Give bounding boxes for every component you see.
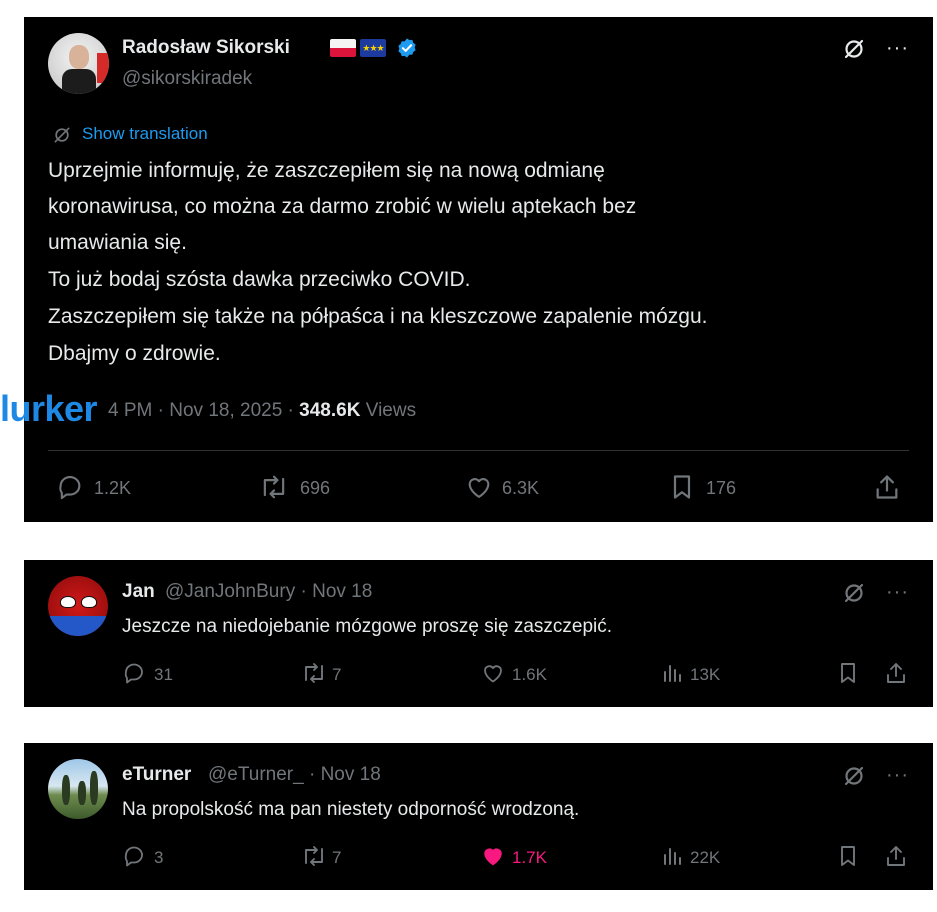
reply-text: Jeszcze na niedojebanie mózgowe proszę s… <box>122 616 613 637</box>
grok-icon[interactable] <box>842 581 866 605</box>
share-icon <box>887 663 905 683</box>
views-count: 22K <box>690 848 721 867</box>
repost-icon <box>305 663 323 683</box>
reply-count: 1.2K <box>94 478 132 498</box>
show-translation-link[interactable]: Show translation <box>82 124 208 144</box>
bookmark-button[interactable] <box>836 661 862 687</box>
reply-avatar[interactable] <box>48 576 108 636</box>
repost-button[interactable]: 7 <box>300 661 370 687</box>
repost-icon <box>305 846 323 866</box>
views-chart-icon <box>664 848 681 865</box>
tweet-body-line: Uprzejmie informuję, że zaszczepiłem się… <box>48 159 605 182</box>
views-button[interactable]: 13K <box>660 661 740 687</box>
share-button[interactable] <box>884 661 910 687</box>
grok-icon[interactable] <box>842 37 866 61</box>
author-name[interactable]: Radosław Sikorski <box>122 37 290 59</box>
repost-count: 696 <box>300 478 331 498</box>
like-count: 1.6K <box>512 665 547 684</box>
reply-avatar[interactable] <box>48 759 108 819</box>
bookmark-icon <box>841 846 855 866</box>
author-avatar[interactable] <box>48 33 109 94</box>
reply-tweet: eTurner @eTurner_ · Nov 18 ··· Na propol… <box>24 743 933 890</box>
tweet-body-line: Zaszczepiłem się także na półpaśca i na … <box>48 305 708 328</box>
views-label: Views <box>365 400 417 421</box>
views-button[interactable]: 22K <box>660 844 740 870</box>
tweet-body-line: Dbajmy o zdrowie. <box>48 342 221 365</box>
repost-button[interactable]: 696 <box>258 473 348 503</box>
bookmark-icon <box>841 663 855 683</box>
reply-author-meta: @eTurner_ · Nov 18 <box>208 764 381 785</box>
tweet-time[interactable]: 4 PM <box>108 400 152 421</box>
reply-date[interactable]: Nov 18 <box>312 581 372 602</box>
reply-icon <box>124 663 143 684</box>
more-options-icon[interactable]: ··· <box>886 38 909 58</box>
translate-icon <box>54 127 70 143</box>
more-options-icon[interactable]: ··· <box>886 765 909 785</box>
reply-author-name[interactable]: eTurner <box>122 764 191 786</box>
share-button[interactable] <box>873 473 903 503</box>
author-handle[interactable]: @sikorskiradek <box>122 68 252 90</box>
tweet-date[interactable]: Nov 18, 2025 <box>169 400 282 421</box>
heart-icon <box>468 478 490 498</box>
reply-count: 3 <box>154 848 164 867</box>
repost-button[interactable]: 7 <box>300 844 370 870</box>
reply-button[interactable]: 3 <box>122 844 192 870</box>
reply-author-handle[interactable]: @eTurner_ <box>208 764 304 785</box>
bookmark-button[interactable]: 176 <box>668 473 758 503</box>
tweet-body-line: umawiania się. <box>48 231 187 254</box>
reply-date[interactable]: Nov 18 <box>321 764 381 785</box>
heart-filled-icon <box>484 848 502 866</box>
like-count: 6.3K <box>502 478 540 498</box>
reply-author-handle[interactable]: @JanJohnBury <box>165 581 295 602</box>
like-button[interactable]: 1.6K <box>480 661 560 687</box>
like-count: 1.7K <box>512 848 547 867</box>
share-button[interactable] <box>884 844 910 870</box>
heart-icon <box>484 665 502 683</box>
reply-button[interactable]: 1.2K <box>56 473 146 503</box>
views-count: 13K <box>690 665 721 684</box>
tweet-meta: 4 PM · Nov 18, 2025 · 348.6K Views <box>108 400 417 421</box>
views-count: 348.6K <box>299 400 361 421</box>
bookmark-count: 176 <box>706 478 737 498</box>
reply-tweet: Jan @JanJohnBury · Nov 18 ··· Jeszcze na… <box>24 560 933 707</box>
eu-flag-icon: ★★★ <box>360 39 386 57</box>
reply-text: Na propolskość ma pan niestety odporność… <box>122 799 580 820</box>
reply-author-name[interactable]: Jan <box>122 581 155 603</box>
reply-count: 31 <box>154 665 173 684</box>
more-options-icon[interactable]: ··· <box>886 582 909 602</box>
repost-icon <box>263 475 285 499</box>
watermark-text: lurker <box>0 388 98 429</box>
tweet-body-line: To już bodaj szósta dawka przeciwko COVI… <box>48 268 471 291</box>
main-tweet: Radosław Sikorski ★★★ @sikorskiradek ···… <box>24 17 933 522</box>
share-icon <box>887 846 905 866</box>
reply-author-meta: @JanJohnBury · Nov 18 <box>165 581 373 602</box>
like-button[interactable]: 6.3K <box>464 473 554 503</box>
repost-count: 7 <box>332 665 342 684</box>
verified-badge-icon <box>398 38 416 58</box>
reply-icon <box>124 846 143 867</box>
repost-count: 7 <box>332 848 342 867</box>
grok-icon[interactable] <box>842 764 866 788</box>
bookmark-button[interactable] <box>836 844 862 870</box>
divider <box>48 450 909 451</box>
bookmark-icon <box>673 475 691 499</box>
reply-icon <box>59 476 81 500</box>
views-chart-icon <box>664 665 681 682</box>
reply-button[interactable]: 31 <box>122 661 192 687</box>
poland-flag-icon <box>330 39 356 57</box>
tweet-body-line: koronawirusa, co można za darmo zrobić w… <box>48 195 637 218</box>
share-icon <box>876 475 898 499</box>
like-button-active[interactable]: 1.7K <box>480 844 560 870</box>
